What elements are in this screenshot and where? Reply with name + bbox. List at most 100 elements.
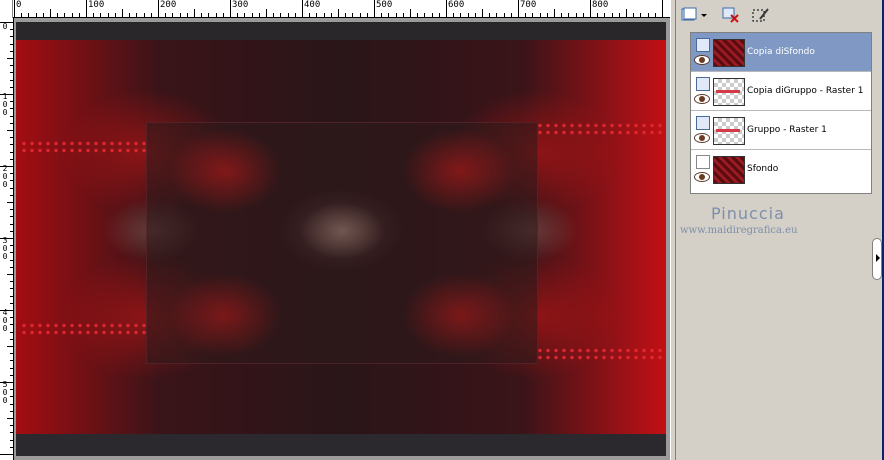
ruler-tick (582, 13, 584, 17)
ruler-tick (10, 43, 13, 45)
ruler-tick (554, 9, 555, 17)
ruler-tick (611, 13, 613, 17)
ruler-tick (309, 13, 311, 17)
ruler-tick (50, 9, 51, 17)
ruler-tick (86, 0, 87, 17)
ruler-tick (510, 13, 512, 17)
layers-list[interactable]: Copia diSfondo Copia diGruppo - Raster 1… (690, 32, 872, 194)
ruler-tick (618, 13, 620, 17)
ruler-tick (388, 13, 390, 17)
ruler-label: 800 (592, 0, 609, 10)
ruler-tick (10, 194, 13, 196)
layer-row-sfondo[interactable]: Sfondo (691, 150, 871, 189)
layer-row-copia-digruppo-raster-1[interactable]: Copia diGruppo - Raster 1 (691, 72, 871, 111)
ruler-tick (0, 166, 13, 167)
ruler-tick (10, 353, 13, 355)
ruler-tick (453, 13, 455, 17)
ruler-label: 1 0 0 (2, 92, 8, 117)
ruler-tick (42, 13, 44, 17)
delete-layer-button[interactable] (720, 5, 742, 25)
ruler-tick (10, 281, 13, 283)
ruler-tick (10, 396, 13, 398)
ruler-tick (7, 346, 13, 347)
ruler-tick (294, 13, 296, 17)
ruler-tick (10, 389, 13, 391)
ruler-tick (10, 302, 13, 304)
ruler-tick (64, 13, 66, 17)
ruler-label: 400 (304, 0, 321, 10)
ruler-label: 0 (2, 22, 8, 31)
ruler-tick (575, 13, 577, 17)
horizontal-ruler: 0 100 200 300 400 500 600 700 800 (0, 0, 670, 18)
ruler-tick (150, 13, 152, 17)
ruler-tick (179, 13, 181, 17)
ruler-tick (10, 173, 13, 175)
layer-row-gruppo-raster-1[interactable]: Gruppo - Raster 1 (691, 111, 871, 150)
ruler-tick (244, 13, 246, 17)
layer-thumbnail (713, 156, 745, 184)
vertical-ruler: 0 1 0 0 2 0 0 3 0 0 4 0 0 5 0 0 (0, 18, 14, 460)
edit-selection-button[interactable] (750, 5, 772, 25)
ruler-tick (10, 425, 13, 427)
layer-thumbnail (713, 117, 745, 145)
ruler-tick (10, 137, 13, 139)
ruler-tick (10, 324, 13, 326)
ruler-tick (222, 13, 224, 17)
ruler-tick (590, 0, 591, 17)
ruler-label: 2 0 0 (2, 164, 8, 189)
ruler-tick (186, 13, 188, 17)
raster-layer-icon (696, 116, 710, 130)
image-canvas[interactable] (16, 22, 666, 456)
ruler-tick (366, 13, 368, 17)
ruler-tick (100, 13, 102, 17)
ruler-tick (287, 13, 289, 17)
ruler-tick (71, 13, 73, 17)
layer-name: Sfondo (747, 164, 779, 174)
image-bottom-band (16, 434, 666, 456)
ruler-tick (10, 151, 13, 153)
ruler-tick (10, 108, 13, 110)
ruler-tick (230, 0, 231, 17)
visibility-eye-icon[interactable] (694, 55, 710, 65)
layer-row-copia-disfondo[interactable]: Copia diSfondo (691, 33, 871, 72)
watermark-name: Pinuccia (711, 204, 785, 223)
layer-thumbnail (713, 39, 745, 67)
image-top-band (16, 22, 666, 40)
ruler-corner (0, 0, 13, 18)
new-layer-button[interactable] (680, 5, 710, 25)
ruler-tick (10, 65, 13, 67)
ruler-tick (10, 230, 13, 232)
ruler-label: 200 (160, 0, 177, 10)
ruler-tick (10, 122, 13, 124)
ruler-tick (345, 13, 347, 17)
ruler-tick (10, 187, 13, 189)
visibility-eye-icon[interactable] (694, 172, 710, 182)
layer-name: Copia diGruppo - Raster 1 (747, 86, 864, 96)
ruler-tick (446, 0, 447, 17)
ruler-tick (561, 13, 563, 17)
ruler-label: 500 (376, 0, 393, 10)
visibility-eye-icon[interactable] (694, 94, 710, 104)
ruler-tick (431, 13, 433, 17)
ruler-tick (402, 13, 404, 17)
ruler-tick (10, 144, 13, 146)
ruler-tick (10, 101, 13, 103)
panel-collapse-handle[interactable] (872, 238, 882, 280)
canvas-area[interactable] (14, 18, 674, 460)
layer-name: Copia diSfondo (747, 47, 815, 57)
ruler-tick (597, 13, 599, 17)
ruler-tick (78, 13, 80, 17)
ruler-tick (266, 9, 267, 17)
ruler-tick (0, 238, 13, 239)
ruler-tick (10, 180, 13, 182)
ruler-tick (172, 13, 174, 17)
ruler-tick (10, 288, 13, 290)
edit-selection-icon (752, 8, 769, 22)
ruler-tick (10, 79, 13, 81)
ruler-tick (395, 13, 397, 17)
ruler-tick (482, 9, 483, 17)
ruler-tick (107, 13, 109, 17)
ruler-tick (10, 432, 13, 434)
visibility-eye-icon[interactable] (694, 133, 710, 143)
ruler-tick (10, 72, 13, 74)
